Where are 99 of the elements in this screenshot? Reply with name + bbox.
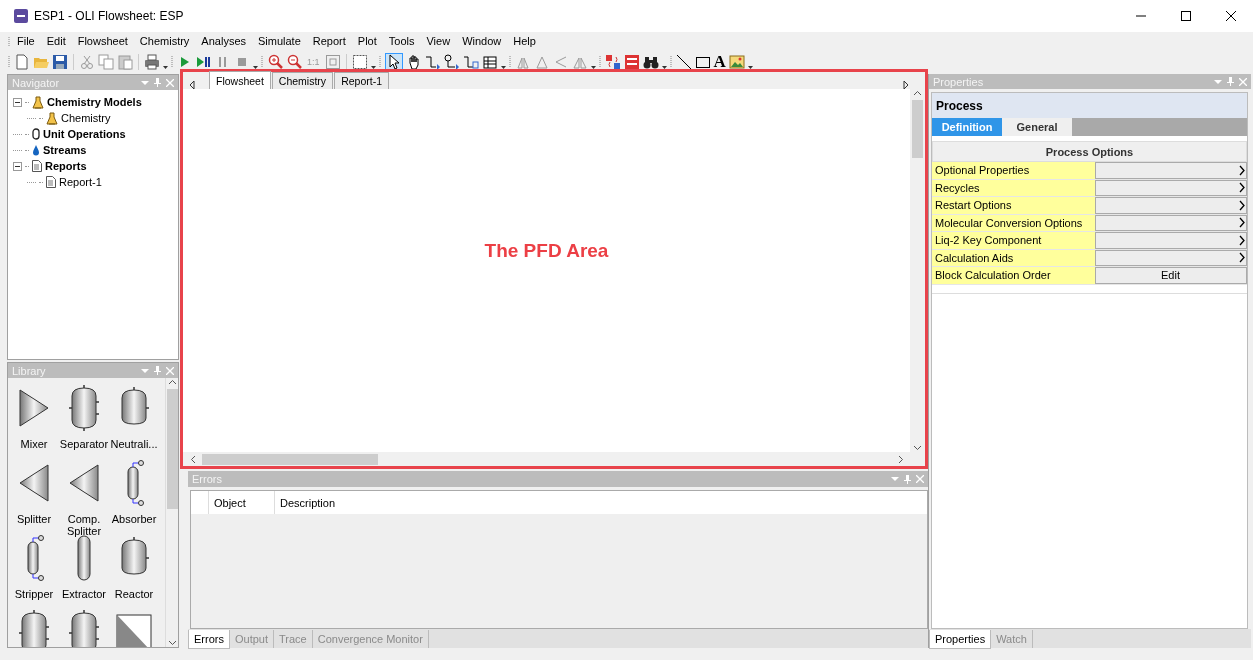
library-item[interactable]: Splitter (9, 459, 59, 534)
column-header[interactable]: Object (208, 491, 274, 514)
grip-icon (171, 55, 174, 69)
menu-item[interactable]: Plot (351, 33, 383, 50)
panel-tab[interactable]: Properties (929, 630, 992, 649)
tree-item[interactable]: Streams (43, 144, 87, 156)
fit-icon[interactable] (324, 54, 341, 70)
image-icon[interactable] (728, 54, 745, 70)
property-tab[interactable]: General (1002, 118, 1072, 136)
line-icon[interactable] (675, 54, 692, 70)
menu-item[interactable]: File (11, 33, 41, 50)
app-icon (14, 9, 28, 23)
grip-icon (378, 55, 382, 69)
save-icon[interactable] (52, 54, 68, 70)
align-icon[interactable] (533, 54, 550, 70)
grid-icon[interactable] (351, 54, 368, 70)
panel-title: Errors (192, 473, 223, 485)
menu-item[interactable]: Window (456, 33, 508, 50)
scroll-left-icon[interactable] (189, 454, 198, 464)
menu-item[interactable]: Simulate (252, 33, 307, 50)
zoom-out-icon[interactable] (286, 54, 302, 70)
conversion-icon[interactable] (604, 54, 621, 70)
chevron-right-icon[interactable] (1239, 199, 1245, 211)
property-label: Restart Options (932, 197, 1095, 214)
scroll-right-icon[interactable] (896, 454, 905, 464)
grip-icon (669, 55, 673, 69)
grip-icon (8, 35, 11, 48)
tree-item[interactable]: Report-1 (59, 176, 102, 188)
chevron-right-icon[interactable] (1239, 182, 1245, 194)
grip-icon (8, 55, 11, 69)
library-item[interactable]: Mixer (9, 384, 59, 459)
edit-button[interactable]: Edit (1095, 267, 1247, 284)
chevron-right-icon[interactable] (1239, 217, 1245, 229)
document-icon (32, 160, 42, 172)
tree-item[interactable]: Unit Operations (43, 128, 126, 140)
document-icon (46, 176, 56, 188)
menu-item[interactable]: Report (306, 33, 352, 50)
flowsheet-canvas[interactable]: The PFD Area (183, 89, 910, 452)
panel-heading: Process (932, 93, 1247, 118)
menu-item[interactable]: Chemistry (133, 33, 196, 50)
scroll-down-icon[interactable] (167, 638, 177, 647)
zoom-in-icon[interactable] (267, 54, 283, 70)
window-title: ESP1 - OLI Flowsheet: ESP (34, 9, 185, 23)
menu-item[interactable]: Flowsheet (71, 33, 134, 50)
menu-item[interactable]: Edit (40, 33, 72, 50)
property-label: Optional Properties (932, 162, 1095, 179)
tree-item[interactable]: Reports (45, 160, 87, 172)
print-icon[interactable] (144, 54, 160, 70)
scroll-up-icon[interactable] (913, 89, 922, 98)
property-label: Block Calculation Order (932, 267, 1095, 284)
document-tab[interactable]: Report-1 (334, 72, 389, 89)
panel-tab[interactable]: Errors (188, 630, 230, 649)
property-label: Liq-2 Key Component (932, 232, 1095, 249)
menu-item[interactable]: Tools (382, 33, 421, 50)
document-tab[interactable]: Flowsheet (209, 71, 271, 89)
tree-item[interactable]: Chemistry Models (47, 96, 142, 108)
scroll-tabs-left-icon[interactable] (189, 81, 195, 89)
new-file-icon[interactable] (14, 54, 30, 70)
droplet-icon (32, 144, 40, 156)
scroll-down-icon[interactable] (913, 443, 922, 452)
menu-item[interactable]: View (420, 33, 457, 50)
menu-item[interactable]: Help (507, 33, 542, 50)
library-item[interactable]: Separator (59, 384, 109, 459)
library-item[interactable]: Neutrali... (109, 384, 159, 459)
flask-icon (32, 95, 44, 109)
column-header[interactable]: Description (274, 491, 927, 514)
panel-title: Properties (933, 75, 985, 88)
vessel-icon (32, 128, 40, 140)
tree-item[interactable]: Chemistry (61, 112, 111, 124)
library-item[interactable]: Reactor (109, 534, 159, 609)
scroll-tabs-right-icon[interactable] (903, 81, 909, 89)
annotation-label: The PFD Area (484, 239, 609, 262)
scroll-up-icon[interactable] (167, 378, 177, 387)
menu-item[interactable]: Analyses (195, 33, 252, 50)
maximize-icon[interactable] (1180, 11, 1191, 21)
library-item[interactable]: Stripper (9, 534, 59, 609)
library-item[interactable]: Absorber (109, 459, 159, 534)
grip-icon (508, 55, 512, 69)
scrollbar-thumb[interactable] (912, 100, 923, 158)
rectangle-icon[interactable] (694, 54, 711, 70)
collapse-toggle[interactable] (13, 161, 22, 171)
collapse-toggle[interactable] (13, 97, 22, 107)
chevron-right-icon[interactable] (1239, 234, 1245, 246)
grip-icon (261, 55, 264, 69)
text-tool-button[interactable]: A (713, 54, 726, 70)
chevron-right-icon[interactable] (1239, 164, 1245, 176)
binoculars-icon[interactable] (642, 54, 659, 70)
flask-icon (46, 111, 58, 125)
scrollbar-thumb[interactable] (166, 389, 178, 509)
step-icon[interactable] (196, 54, 212, 70)
grip-icon (598, 55, 602, 69)
panel-title: Navigator (12, 76, 61, 89)
close-icon[interactable] (1225, 11, 1236, 21)
connector-icon[interactable] (443, 54, 460, 70)
scrollbar-thumb[interactable] (202, 453, 378, 465)
table-icon[interactable] (481, 54, 498, 70)
section-header: Process Options (932, 141, 1247, 162)
chevron-right-icon[interactable] (1239, 252, 1245, 264)
document-tab[interactable]: Chemistry (271, 72, 334, 89)
